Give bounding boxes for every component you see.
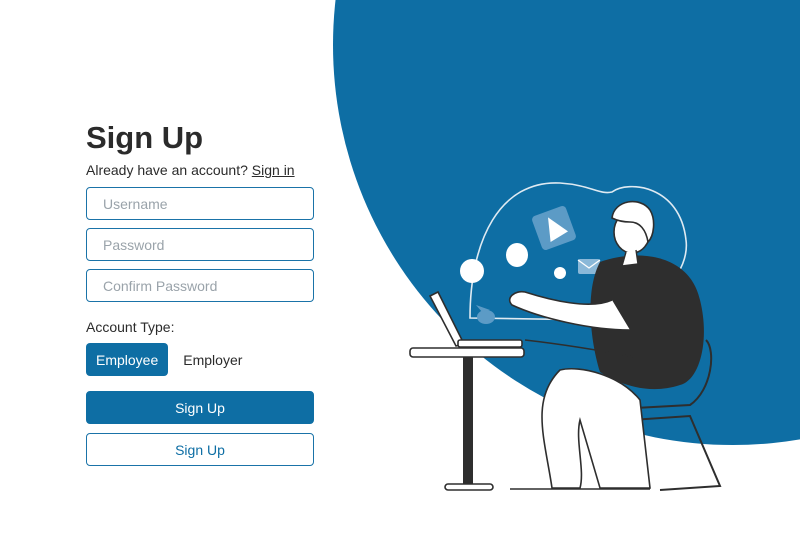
bubble-dot — [554, 267, 566, 279]
username-input[interactable] — [86, 187, 314, 220]
bubble-dot — [460, 259, 484, 283]
page-title: Sign Up — [86, 120, 204, 155]
sign-up-button[interactable]: Sign Up — [86, 391, 314, 424]
person-neck — [621, 249, 639, 267]
sign-up-secondary-button[interactable]: Sign Up — [86, 433, 314, 466]
employee-option[interactable]: Employee — [86, 343, 169, 376]
person-at-laptop-illustration — [409, 182, 722, 491]
person-legs — [541, 368, 651, 489]
signup-form: Sign Up Already have an account? Sign in… — [86, 120, 314, 466]
sign-in-link[interactable]: Sign in — [252, 162, 295, 178]
desk-foot — [444, 483, 494, 491]
confirm-password-input[interactable] — [86, 269, 314, 302]
password-input[interactable] — [86, 228, 314, 261]
paper-plane-icon — [532, 206, 576, 250]
desk-leg — [463, 357, 473, 487]
have-account-text: Already have an account? — [86, 162, 248, 178]
desk-top — [409, 347, 525, 358]
have-account-row: Already have an account? Sign in — [86, 161, 314, 179]
bird-icon — [476, 305, 495, 324]
bubble-dot — [506, 243, 528, 267]
laptop-icon — [428, 290, 523, 348]
fields-group — [86, 187, 314, 302]
account-type-toggle: Employee Employer — [86, 343, 314, 376]
account-type-label: Account Type: — [86, 319, 175, 335]
signup-page: Sign Up Already have an account? Sign in… — [0, 0, 800, 542]
employer-option[interactable]: Employer — [173, 343, 252, 376]
